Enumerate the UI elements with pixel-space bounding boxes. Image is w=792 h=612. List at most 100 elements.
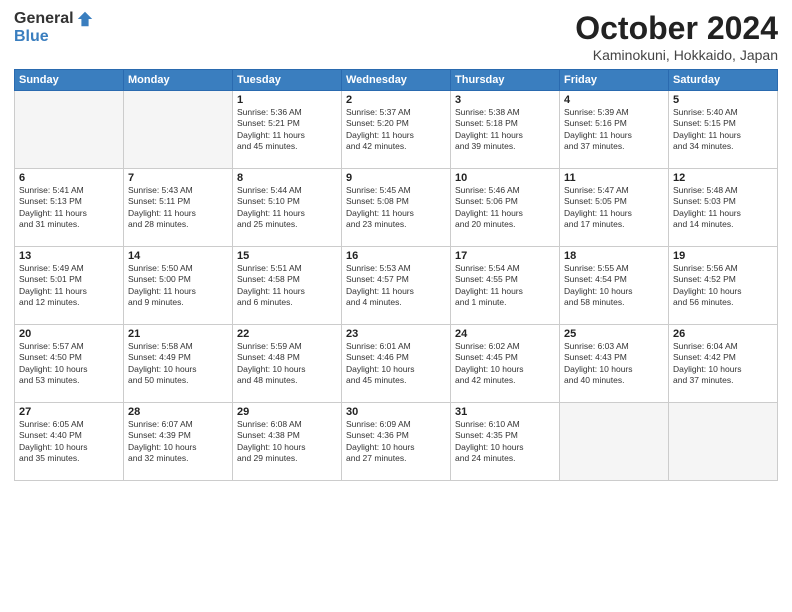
calendar-day-cell: 29Sunrise: 6:08 AMSunset: 4:38 PMDayligh… [233,403,342,481]
day-number: 7 [128,172,228,184]
day-number: 21 [128,328,228,340]
day-info: Sunrise: 6:10 AMSunset: 4:35 PMDaylight:… [455,419,555,465]
day-number: 1 [237,94,337,106]
calendar-day-cell: 18Sunrise: 5:55 AMSunset: 4:54 PMDayligh… [560,247,669,325]
day-info: Sunrise: 5:51 AMSunset: 4:58 PMDaylight:… [237,263,337,309]
day-info: Sunrise: 5:37 AMSunset: 5:20 PMDaylight:… [346,107,446,153]
day-info: Sunrise: 6:05 AMSunset: 4:40 PMDaylight:… [19,419,119,465]
calendar-day-cell: 12Sunrise: 5:48 AMSunset: 5:03 PMDayligh… [669,169,778,247]
day-number: 17 [455,250,555,262]
weekday-header: Monday [124,70,233,91]
calendar-day-cell: 31Sunrise: 6:10 AMSunset: 4:35 PMDayligh… [451,403,560,481]
day-info: Sunrise: 6:09 AMSunset: 4:36 PMDaylight:… [346,419,446,465]
calendar-day-cell: 6Sunrise: 5:41 AMSunset: 5:13 PMDaylight… [15,169,124,247]
calendar-day-cell: 24Sunrise: 6:02 AMSunset: 4:45 PMDayligh… [451,325,560,403]
day-number: 25 [564,328,664,340]
calendar-day-cell: 25Sunrise: 6:03 AMSunset: 4:43 PMDayligh… [560,325,669,403]
calendar-day-cell [560,403,669,481]
day-info: Sunrise: 5:57 AMSunset: 4:50 PMDaylight:… [19,341,119,387]
calendar-day-cell: 3Sunrise: 5:38 AMSunset: 5:18 PMDaylight… [451,91,560,169]
calendar-day-cell: 16Sunrise: 5:53 AMSunset: 4:57 PMDayligh… [342,247,451,325]
day-number: 10 [455,172,555,184]
day-info: Sunrise: 5:47 AMSunset: 5:05 PMDaylight:… [564,185,664,231]
calendar-day-cell: 22Sunrise: 5:59 AMSunset: 4:48 PMDayligh… [233,325,342,403]
day-info: Sunrise: 5:53 AMSunset: 4:57 PMDaylight:… [346,263,446,309]
calendar-week-row: 1Sunrise: 5:36 AMSunset: 5:21 PMDaylight… [15,91,778,169]
day-info: Sunrise: 5:45 AMSunset: 5:08 PMDaylight:… [346,185,446,231]
day-info: Sunrise: 6:07 AMSunset: 4:39 PMDaylight:… [128,419,228,465]
day-number: 22 [237,328,337,340]
day-info: Sunrise: 5:58 AMSunset: 4:49 PMDaylight:… [128,341,228,387]
day-info: Sunrise: 5:44 AMSunset: 5:10 PMDaylight:… [237,185,337,231]
calendar-week-row: 13Sunrise: 5:49 AMSunset: 5:01 PMDayligh… [15,247,778,325]
day-number: 30 [346,406,446,418]
day-info: Sunrise: 5:46 AMSunset: 5:06 PMDaylight:… [455,185,555,231]
day-info: Sunrise: 5:48 AMSunset: 5:03 PMDaylight:… [673,185,773,231]
logo-general-text: General [14,10,74,28]
calendar-day-cell: 13Sunrise: 5:49 AMSunset: 5:01 PMDayligh… [15,247,124,325]
day-number: 23 [346,328,446,340]
calendar-day-cell: 11Sunrise: 5:47 AMSunset: 5:05 PMDayligh… [560,169,669,247]
day-info: Sunrise: 5:38 AMSunset: 5:18 PMDaylight:… [455,107,555,153]
calendar-day-cell: 8Sunrise: 5:44 AMSunset: 5:10 PMDaylight… [233,169,342,247]
day-number: 12 [673,172,773,184]
day-info: Sunrise: 6:03 AMSunset: 4:43 PMDaylight:… [564,341,664,387]
day-number: 18 [564,250,664,262]
weekday-header: Friday [560,70,669,91]
weekday-header: Wednesday [342,70,451,91]
day-number: 27 [19,406,119,418]
day-number: 31 [455,406,555,418]
weekday-header-row: SundayMondayTuesdayWednesdayThursdayFrid… [15,70,778,91]
calendar-week-row: 6Sunrise: 5:41 AMSunset: 5:13 PMDaylight… [15,169,778,247]
day-number: 11 [564,172,664,184]
day-number: 13 [19,250,119,262]
day-number: 15 [237,250,337,262]
calendar-day-cell: 9Sunrise: 5:45 AMSunset: 5:08 PMDaylight… [342,169,451,247]
day-info: Sunrise: 5:50 AMSunset: 5:00 PMDaylight:… [128,263,228,309]
day-number: 16 [346,250,446,262]
calendar-day-cell: 15Sunrise: 5:51 AMSunset: 4:58 PMDayligh… [233,247,342,325]
day-info: Sunrise: 5:49 AMSunset: 5:01 PMDaylight:… [19,263,119,309]
calendar-day-cell: 5Sunrise: 5:40 AMSunset: 5:15 PMDaylight… [669,91,778,169]
day-info: Sunrise: 5:36 AMSunset: 5:21 PMDaylight:… [237,107,337,153]
day-info: Sunrise: 5:39 AMSunset: 5:16 PMDaylight:… [564,107,664,153]
day-number: 26 [673,328,773,340]
day-info: Sunrise: 5:56 AMSunset: 4:52 PMDaylight:… [673,263,773,309]
day-number: 6 [19,172,119,184]
calendar-day-cell [669,403,778,481]
calendar-day-cell: 7Sunrise: 5:43 AMSunset: 5:11 PMDaylight… [124,169,233,247]
day-number: 14 [128,250,228,262]
day-info: Sunrise: 5:41 AMSunset: 5:13 PMDaylight:… [19,185,119,231]
day-info: Sunrise: 5:59 AMSunset: 4:48 PMDaylight:… [237,341,337,387]
day-number: 9 [346,172,446,184]
weekday-header: Saturday [669,70,778,91]
day-info: Sunrise: 5:54 AMSunset: 4:55 PMDaylight:… [455,263,555,309]
calendar-day-cell: 4Sunrise: 5:39 AMSunset: 5:16 PMDaylight… [560,91,669,169]
day-info: Sunrise: 6:08 AMSunset: 4:38 PMDaylight:… [237,419,337,465]
calendar-day-cell: 17Sunrise: 5:54 AMSunset: 4:55 PMDayligh… [451,247,560,325]
calendar-day-cell: 27Sunrise: 6:05 AMSunset: 4:40 PMDayligh… [15,403,124,481]
weekday-header: Thursday [451,70,560,91]
day-info: Sunrise: 5:43 AMSunset: 5:11 PMDaylight:… [128,185,228,231]
logo-blue-text: Blue [14,28,49,46]
day-info: Sunrise: 5:40 AMSunset: 5:15 PMDaylight:… [673,107,773,153]
day-number: 28 [128,406,228,418]
calendar-day-cell: 26Sunrise: 6:04 AMSunset: 4:42 PMDayligh… [669,325,778,403]
day-number: 19 [673,250,773,262]
calendar-day-cell: 30Sunrise: 6:09 AMSunset: 4:36 PMDayligh… [342,403,451,481]
calendar-day-cell [124,91,233,169]
logo: General Blue [14,10,94,46]
day-number: 2 [346,94,446,106]
weekday-header: Sunday [15,70,124,91]
page-header: General Blue October 2024 Kaminokuni, Ho… [14,10,778,63]
day-number: 8 [237,172,337,184]
day-number: 3 [455,94,555,106]
weekday-header: Tuesday [233,70,342,91]
calendar-week-row: 27Sunrise: 6:05 AMSunset: 4:40 PMDayligh… [15,403,778,481]
title-area: October 2024 Kaminokuni, Hokkaido, Japan [575,10,778,63]
logo-icon [76,10,94,28]
day-number: 24 [455,328,555,340]
calendar-day-cell [15,91,124,169]
calendar-week-row: 20Sunrise: 5:57 AMSunset: 4:50 PMDayligh… [15,325,778,403]
calendar-day-cell: 10Sunrise: 5:46 AMSunset: 5:06 PMDayligh… [451,169,560,247]
